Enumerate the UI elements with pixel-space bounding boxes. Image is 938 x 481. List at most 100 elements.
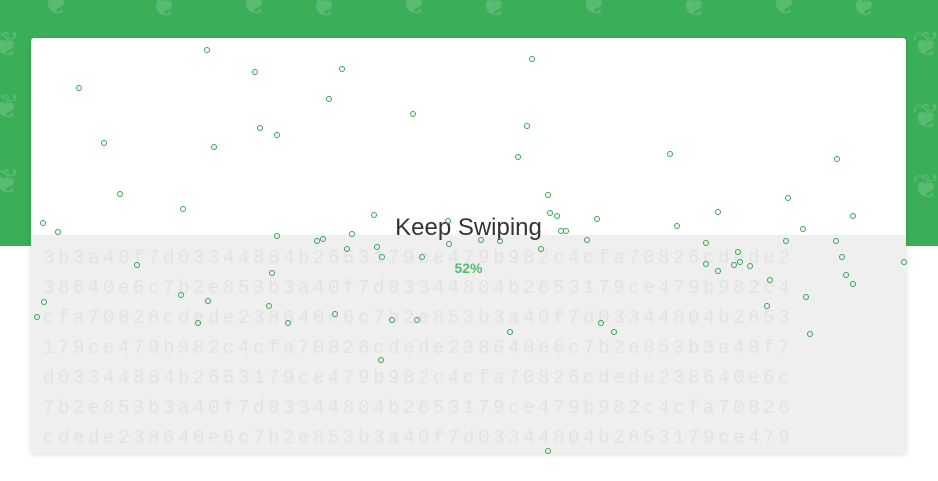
- swipe-dot: [349, 231, 355, 237]
- swipe-dot: [180, 206, 186, 212]
- swipe-dot: [554, 213, 560, 219]
- swipe-dot: [34, 314, 40, 320]
- entropy-line: cfa70826cdede238640e6c7b2e853b3a40f7d033…: [43, 307, 794, 329]
- swipe-dot: [737, 259, 743, 265]
- entropy-line: d03344804b2653179ce479b982c4cfa70826cded…: [43, 367, 794, 389]
- swipe-dot: [839, 254, 845, 260]
- swipe-dot: [594, 216, 600, 222]
- swipe-dot: [497, 238, 503, 244]
- swipe-card[interactable]: 3b3a40f7d03344804b2653179ce479b982c4cfa7…: [31, 38, 906, 453]
- seed-icon: ❦: [0, 25, 21, 65]
- swipe-dot: [515, 154, 521, 160]
- swipe-dot: [117, 191, 123, 197]
- seed-icon: ❦: [912, 167, 938, 207]
- swipe-dot: [101, 140, 107, 146]
- swipe-dot: [538, 246, 544, 252]
- swipe-dot: [252, 69, 258, 75]
- swipe-dot: [843, 272, 849, 278]
- seed-icon: ❦: [0, 87, 21, 127]
- swipe-dot: [478, 237, 484, 243]
- entropy-line: 38640e6c7b2e853b3a40f7d03344804b2653179c…: [43, 277, 794, 299]
- swipe-dot: [833, 238, 839, 244]
- swipe-dot: [205, 298, 211, 304]
- swipe-dot: [850, 281, 856, 287]
- swipe-dot: [76, 85, 82, 91]
- swipe-dot: [339, 66, 345, 72]
- progress-percent: 52%: [454, 260, 483, 276]
- swipe-dot: [195, 320, 201, 326]
- swipe-dot: [901, 259, 907, 265]
- entropy-line: 7b2e853b3a40f7d03344804b2653179ce479b982…: [43, 397, 794, 419]
- swipe-dot: [731, 262, 737, 268]
- swipe-dot: [445, 218, 451, 224]
- swipe-dot: [545, 448, 551, 454]
- seed-icon: ❦: [770, 0, 799, 23]
- swipe-dot: [850, 213, 856, 219]
- seed-icon: ❦: [240, 0, 269, 23]
- swipe-dot: [374, 244, 380, 250]
- seed-icon: ❦: [912, 25, 938, 65]
- swipe-dot: [735, 249, 741, 255]
- seed-icon: ❦: [150, 0, 179, 25]
- seed-icon: ❦: [912, 97, 938, 137]
- swipe-dot: [55, 229, 61, 235]
- swipe-dot: [529, 56, 535, 62]
- seed-icon: ❦: [42, 0, 71, 23]
- swipe-dot: [800, 226, 806, 232]
- swipe-dot: [667, 151, 673, 157]
- swipe-dot: [507, 329, 513, 335]
- swipe-dot: [764, 303, 770, 309]
- swipe-dot: [344, 246, 350, 252]
- swipe-dot: [414, 317, 420, 323]
- swipe-dot: [178, 292, 184, 298]
- swipe-dot: [674, 223, 680, 229]
- swipe-dot: [598, 320, 604, 326]
- swipe-dot: [285, 320, 291, 326]
- swipe-dot: [807, 331, 813, 337]
- swipe-dot: [266, 303, 272, 309]
- swipe-dot: [703, 261, 709, 267]
- swipe-dot: [545, 192, 551, 198]
- swipe-dot: [257, 125, 263, 131]
- seed-icon: ❦: [400, 0, 429, 23]
- swipe-dot: [274, 132, 280, 138]
- swipe-dot: [134, 262, 140, 268]
- swipe-dot: [211, 144, 217, 150]
- seed-icon: ❦: [580, 0, 609, 23]
- swipe-dot: [378, 357, 384, 363]
- swipe-dot: [785, 195, 791, 201]
- swipe-dot: [320, 236, 326, 242]
- entropy-line: 179ce479b982c4cfa70826cdede238640e6c7b2e…: [43, 337, 794, 359]
- seed-icon: ❦: [850, 0, 879, 25]
- swipe-dot: [547, 210, 553, 216]
- seed-icon: ❦: [0, 162, 21, 202]
- swipe-dot: [274, 233, 280, 239]
- swipe-dot: [803, 294, 809, 300]
- swipe-dot: [446, 241, 452, 247]
- swipe-dot: [269, 270, 275, 276]
- swipe-dot: [767, 277, 773, 283]
- swipe-dot: [419, 254, 425, 260]
- swipe-dot: [715, 209, 721, 215]
- swipe-dot: [715, 268, 721, 274]
- swipe-dot: [332, 311, 338, 317]
- swipe-dot: [389, 317, 395, 323]
- swipe-dot: [783, 238, 789, 244]
- swipe-dot: [410, 111, 416, 117]
- swipe-dot: [204, 47, 210, 53]
- swipe-dot: [524, 123, 530, 129]
- seed-icon: ❦: [480, 0, 509, 25]
- swipe-dot: [611, 329, 617, 335]
- entropy-line: cdede238640e6c7b2e853b3a40f7d03344804b26…: [43, 427, 794, 449]
- swipe-dot: [563, 228, 569, 234]
- swipe-dot: [747, 263, 753, 269]
- seed-icon: ❦: [310, 0, 339, 25]
- swipe-dot: [41, 299, 47, 305]
- swipe-dot: [379, 254, 385, 260]
- swipe-dot: [584, 237, 590, 243]
- swipe-dot: [40, 220, 46, 226]
- swipe-dot: [703, 240, 709, 246]
- swipe-title: Keep Swiping: [395, 214, 542, 241]
- swipe-dot: [371, 212, 377, 218]
- swipe-dot: [834, 156, 840, 162]
